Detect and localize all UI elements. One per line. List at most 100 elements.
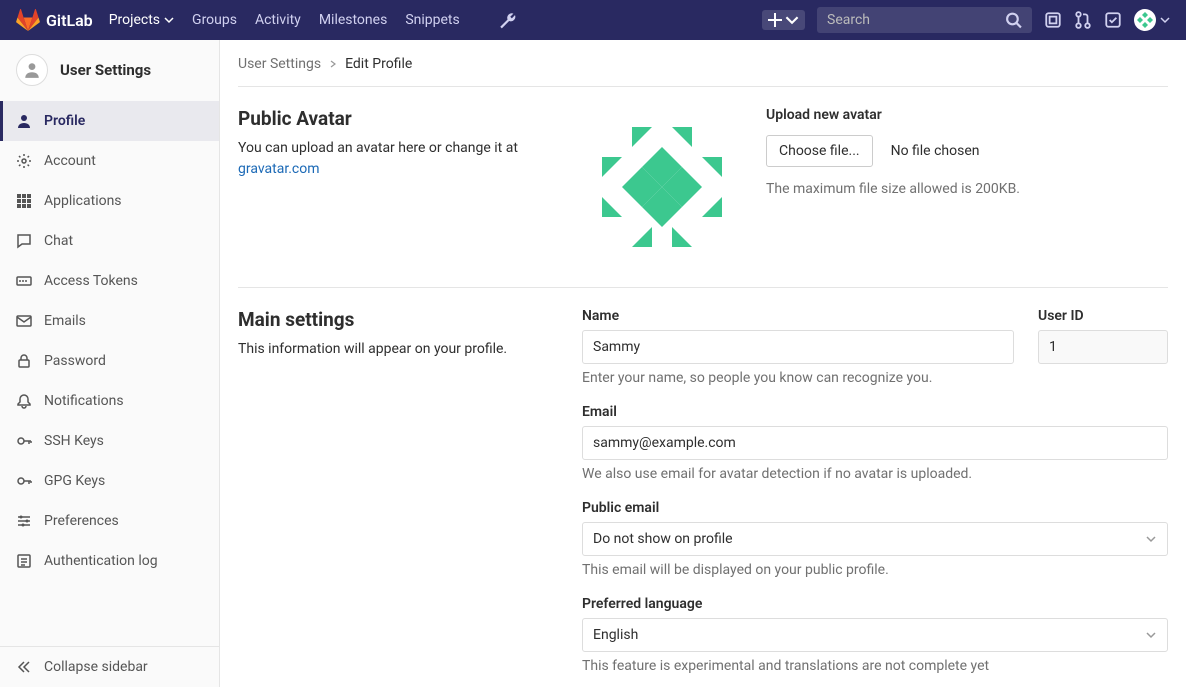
sidebar-item-label: Applications [44,193,122,209]
sidebar-item-notifications[interactable]: Notifications [0,381,219,421]
sidebar-header: User Settings [0,40,219,101]
nav-link-groups[interactable]: Groups [192,12,237,28]
sidebar-item-label: Access Tokens [44,273,138,289]
email-label: Email [582,404,1168,420]
section-title: Main settings [238,308,558,331]
main-content: User Settings Edit Profile Public Avatar… [220,40,1186,687]
sidebar-item-label: Authentication log [44,553,158,569]
sidebar-title: User Settings [60,61,151,79]
sidebar-item-applications[interactable]: Applications [0,181,219,221]
breadcrumb-current: Edit Profile [345,56,412,72]
sidebar: User Settings Profile Account Applicatio… [0,40,220,687]
log-icon [16,553,32,569]
breadcrumb-root[interactable]: User Settings [238,56,321,72]
public-avatar-section: Public Avatar You can upload an avatar h… [238,87,1168,288]
nav-link-activity[interactable]: Activity [255,12,301,28]
sidebar-items: Profile Account Applications Chat Access… [0,101,219,646]
chevron-down-icon [164,15,174,25]
language-label: Preferred language [582,596,1168,612]
name-label: Name [582,308,1014,324]
gravatar-link[interactable]: gravatar.com [238,161,320,177]
userid-input [1038,330,1168,364]
sidebar-item-label: Profile [44,113,85,129]
key-icon [16,433,32,449]
avatar-preview [582,107,742,267]
profile-icon [16,113,32,129]
brand-logo[interactable]: GitLab [16,8,93,32]
public-email-select[interactable]: Do not show on profile [582,522,1168,556]
sidebar-item-auth-log[interactable]: Authentication log [0,541,219,581]
new-button[interactable] [762,10,805,30]
sidebar-item-password[interactable]: Password [0,341,219,381]
sidebar-item-profile[interactable]: Profile [0,101,219,141]
lock-icon [16,353,32,369]
gitlab-icon [16,8,40,32]
sidebar-item-label: Emails [44,313,86,329]
nav-links: Projects Groups Activity Milestones Snip… [109,11,516,29]
name-hint: Enter your name, so people you know can … [582,370,1014,386]
nav-link-milestones[interactable]: Milestones [319,12,388,28]
language-hint: This feature is experimental and transla… [582,658,1168,674]
nav-right [762,7,1170,33]
sidebar-item-ssh-keys[interactable]: SSH Keys [0,421,219,461]
file-size-hint: The maximum file size allowed is 200KB. [766,181,1168,197]
language-select[interactable]: English [582,618,1168,652]
user-menu[interactable] [1134,9,1170,31]
search-input[interactable] [827,12,1005,28]
sidebar-item-label: Notifications [44,393,124,409]
sidebar-item-account[interactable]: Account [0,141,219,181]
gear-icon [16,153,32,169]
sidebar-item-label: Account [44,153,96,169]
token-icon [16,273,32,289]
section-title: Public Avatar [238,107,558,130]
avatar [1134,9,1156,31]
public-email-hint: This email will be displayed on your pub… [582,562,1168,578]
mail-icon [16,313,32,329]
sidebar-item-chat[interactable]: Chat [0,221,219,261]
userid-label: User ID [1038,308,1168,324]
section-desc: This information will appear on your pro… [238,339,558,360]
chevron-down-icon [785,13,799,27]
sidebar-item-access-tokens[interactable]: Access Tokens [0,261,219,301]
search-icon[interactable] [1005,11,1022,29]
nav-link-projects[interactable]: Projects [109,12,174,28]
chevrons-left-icon [16,659,32,675]
sidebar-item-preferences[interactable]: Preferences [0,501,219,541]
sidebar-item-label: Chat [44,233,73,249]
plus-icon [768,13,782,27]
sidebar-item-label: Preferences [44,513,119,529]
collapse-sidebar[interactable]: Collapse sidebar [0,646,219,687]
nav-link-snippets[interactable]: Snippets [405,12,459,28]
collapse-label: Collapse sidebar [44,659,148,675]
upload-title: Upload new avatar [766,107,1168,123]
issues-icon[interactable] [1044,11,1062,29]
todo-icon[interactable] [1104,11,1122,29]
key-icon [16,473,32,489]
main-settings-section: Main settings This information will appe… [238,288,1168,687]
wrench-icon[interactable] [498,11,516,29]
sidebar-item-emails[interactable]: Emails [0,301,219,341]
email-hint: We also use email for avatar detection i… [582,466,1168,482]
sidebar-item-label: Password [44,353,106,369]
layout: User Settings Profile Account Applicatio… [0,40,1186,687]
file-status: No file chosen [891,143,980,159]
choose-file-button[interactable]: Choose file... [766,135,873,167]
search-box [817,7,1032,33]
sidebar-item-label: GPG Keys [44,473,105,489]
email-input[interactable] [582,426,1168,460]
chevron-right-icon [329,60,337,68]
bell-icon [16,393,32,409]
sidebar-item-label: SSH Keys [44,433,104,449]
sliders-icon [16,513,32,529]
brand-name: GitLab [46,11,93,30]
chat-icon [16,233,32,249]
public-email-label: Public email [582,500,1168,516]
merge-request-icon[interactable] [1074,11,1092,29]
top-nav: GitLab Projects Groups Activity Mileston… [0,0,1186,40]
name-input[interactable] [582,330,1014,364]
sidebar-item-gpg-keys[interactable]: GPG Keys [0,461,219,501]
apps-icon [16,193,32,209]
breadcrumb: User Settings Edit Profile [238,56,1168,87]
sidebar-avatar [16,54,48,86]
chevron-down-icon [1160,15,1170,25]
